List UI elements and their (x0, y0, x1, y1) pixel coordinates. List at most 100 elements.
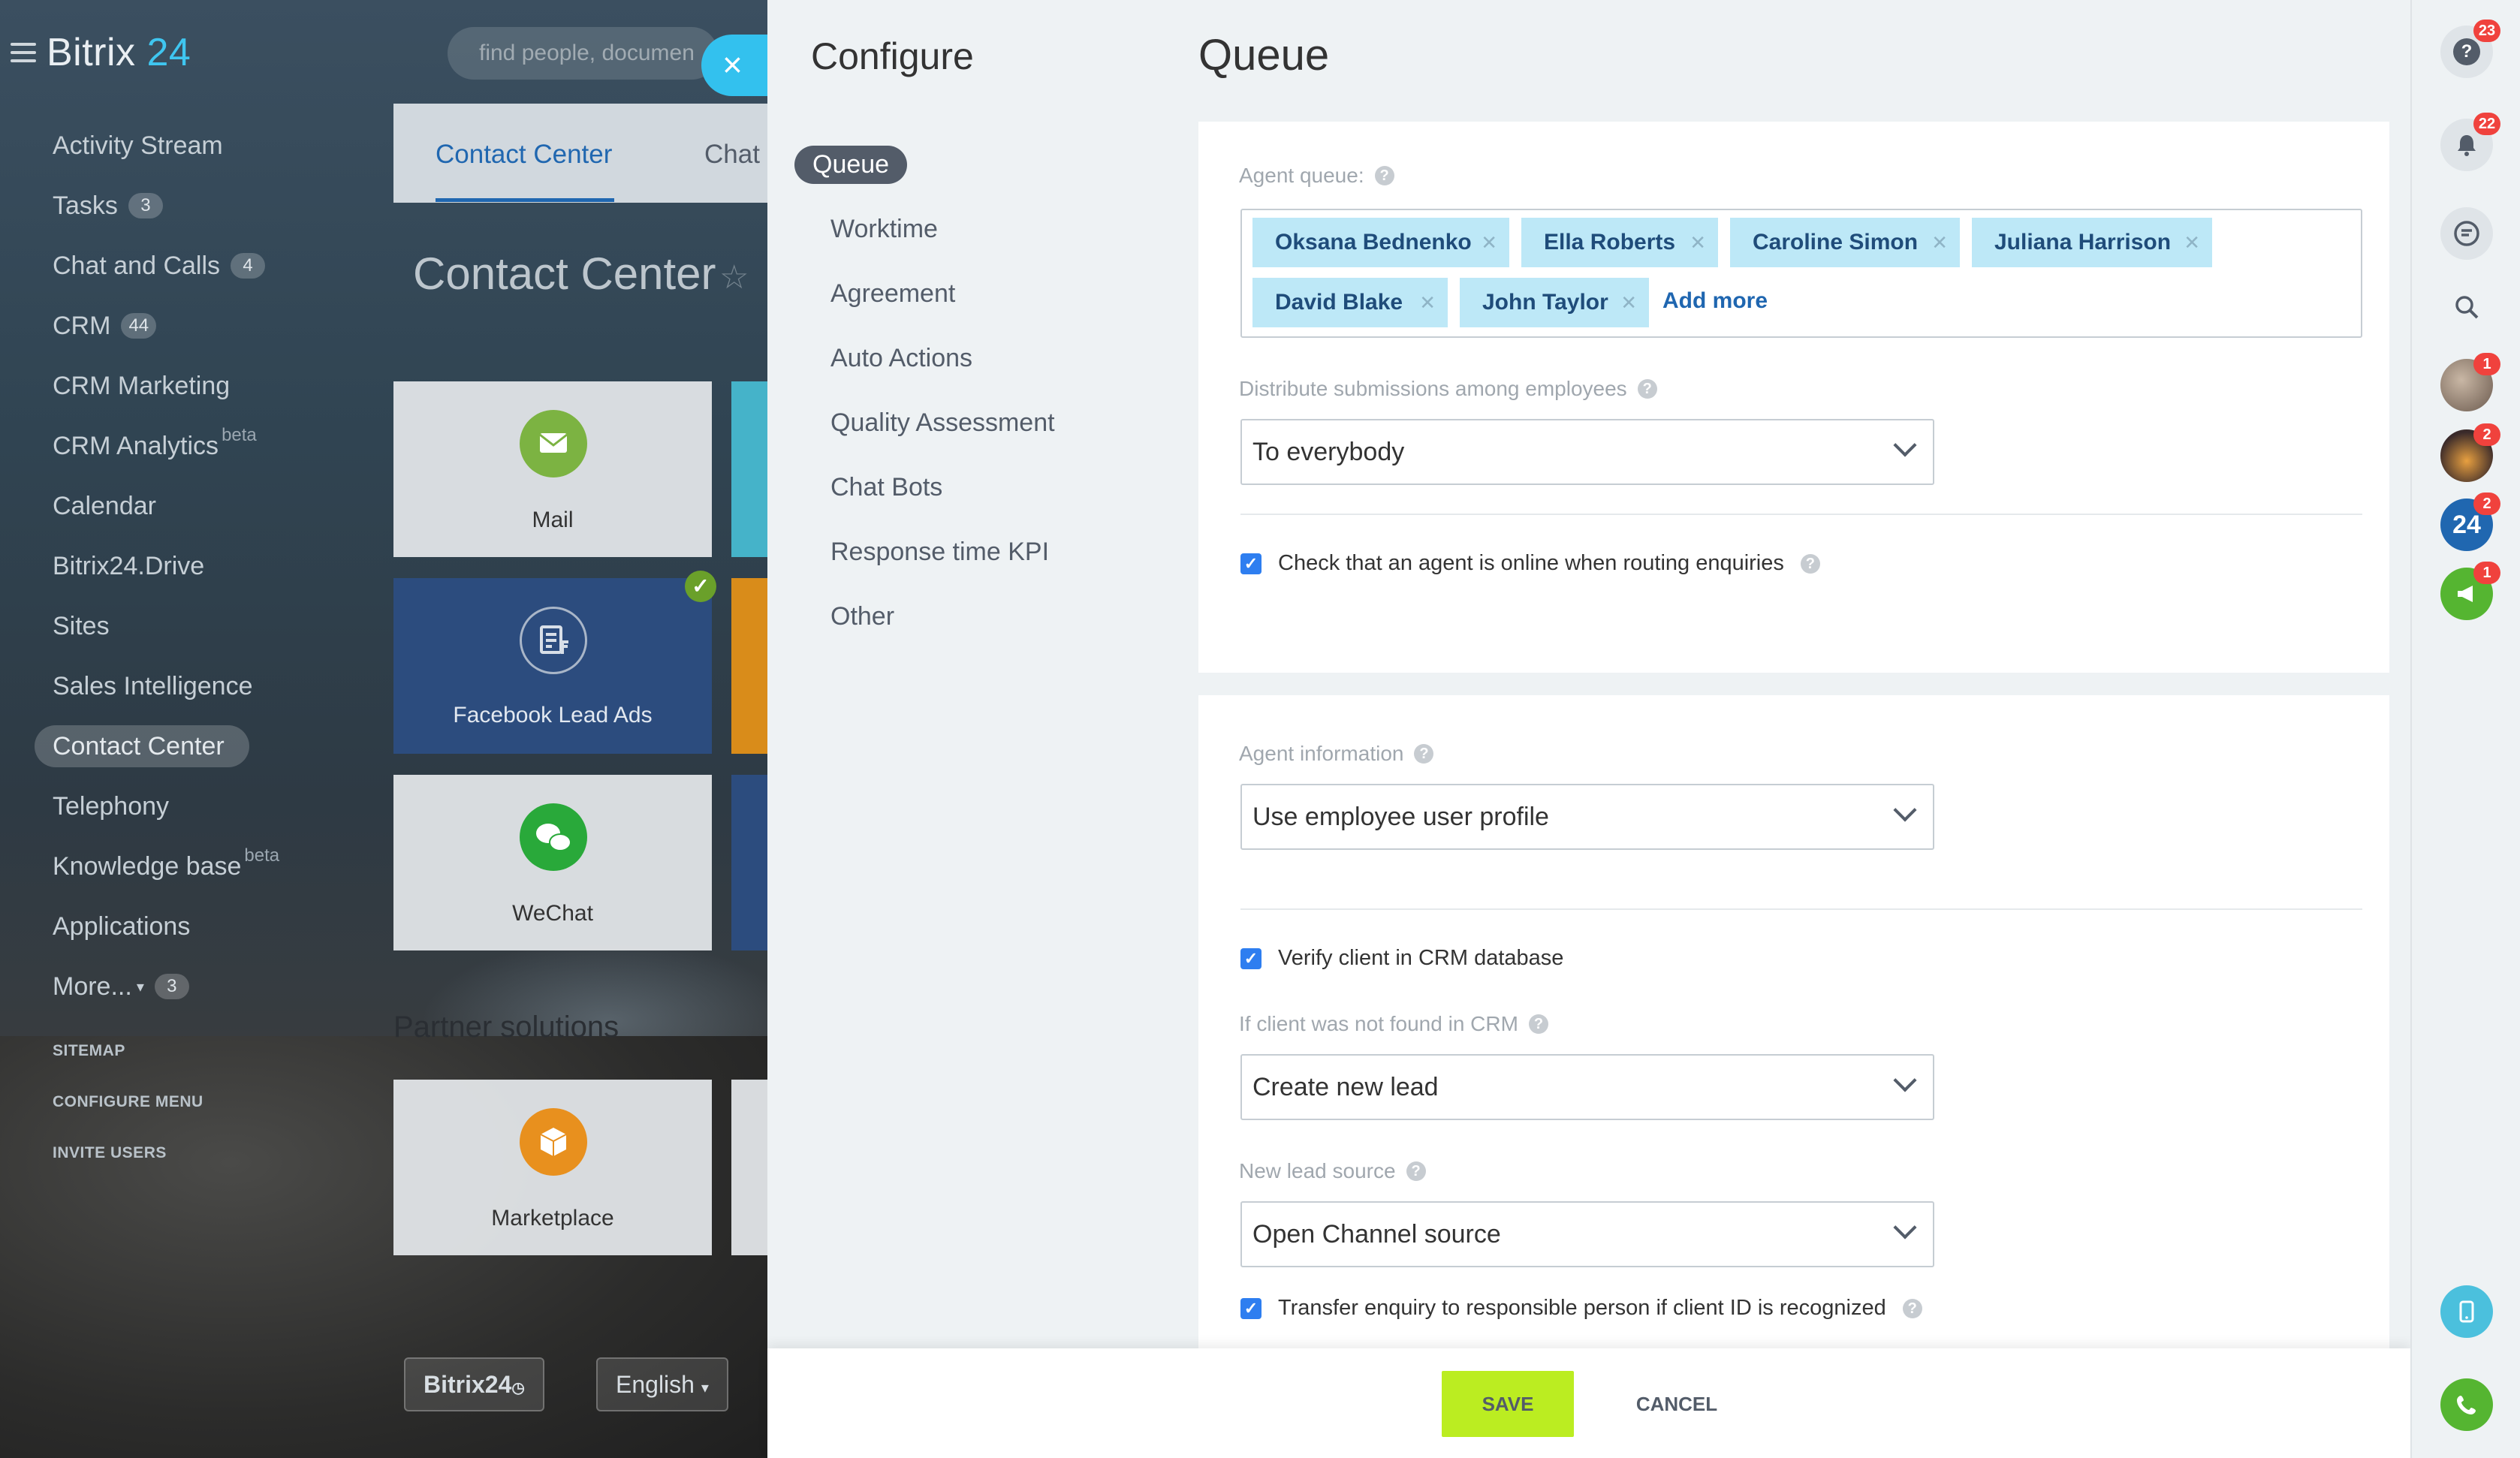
menu-item-sites[interactable]: Sites (35, 596, 279, 656)
transfer-checkbox[interactable]: ✓ Transfer enquiry to responsible person … (1240, 1296, 1922, 1321)
agent-name: Juliana Harrison (1994, 230, 2172, 255)
cancel-button[interactable]: CANCEL (1628, 1371, 1726, 1437)
agent-queue-field[interactable]: Oksana Bednenko ✕ Ella Roberts ✕ Caroline … (1240, 209, 2362, 338)
notifications-badge: 22 (2473, 113, 2500, 135)
search-input[interactable]: find people, documen (448, 27, 718, 80)
menu-label: Telephony (53, 791, 170, 821)
menu-item-activity-stream[interactable]: Activity Stream (35, 116, 279, 176)
help-icon[interactable]: ? (1406, 1161, 1426, 1181)
distribute-select[interactable]: To everybody (1240, 419, 1934, 485)
tile-mail[interactable]: Mail (393, 381, 712, 557)
remove-icon[interactable]: ✕ (1690, 231, 1706, 255)
checkbox-checked[interactable]: ✓ (1240, 553, 1262, 574)
menu-item-contact-center[interactable]: Contact Center (35, 725, 249, 767)
checkbox-checked[interactable]: ✓ (1240, 1297, 1262, 1319)
help-icon[interactable]: ? (1374, 166, 1394, 185)
search-button[interactable] (2440, 281, 2493, 333)
footer-logo[interactable]: Bitrix24◷ (404, 1357, 544, 1411)
nav-item-queue[interactable]: Queue (794, 132, 1055, 197)
menu-item-crm-analytics[interactable]: CRM Analytics beta (35, 416, 279, 476)
avatar[interactable]: 2 (2440, 423, 2500, 482)
save-button[interactable]: SAVE (1442, 1371, 1574, 1437)
beta-label: beta (222, 425, 257, 445)
menu-item-tasks[interactable]: Tasks 3 (35, 176, 279, 236)
tile-wechat[interactable]: WeChat (393, 775, 712, 950)
nav-item-agreement[interactable]: Agreement (794, 261, 1055, 326)
menu-label: CRM (53, 311, 111, 340)
nav-item-worktime[interactable]: Worktime (794, 197, 1055, 261)
tile-partial[interactable] (731, 578, 767, 754)
configure-slider: Configure Queue Worktime Agreement Auto … (767, 0, 2410, 1458)
notifications-button[interactable]: 22 (2440, 113, 2500, 171)
tile-partial[interactable] (731, 1080, 767, 1255)
tile-partial[interactable] (731, 381, 767, 557)
remove-icon[interactable]: ✕ (1931, 231, 1948, 255)
agent-info-select[interactable]: Use employee user profile (1240, 784, 1934, 850)
tile-partial[interactable] (731, 775, 767, 950)
star-icon[interactable]: ☆ (719, 258, 749, 297)
tab-contact-center[interactable]: Contact Center (436, 140, 612, 170)
language-select[interactable]: English ▾ (596, 1357, 728, 1411)
invite-users-link[interactable]: INVITE USERS (53, 1144, 167, 1162)
configure-menu-link[interactable]: CONFIGURE MENU (53, 1093, 203, 1111)
agent-name: David Blake (1275, 290, 1403, 315)
avatar[interactable]: 1 (2440, 353, 2500, 411)
close-slider-button[interactable]: × (701, 35, 767, 96)
verify-client-checkbox[interactable]: ✓ Verify client in CRM database (1240, 946, 1563, 971)
menu-item-more[interactable]: More... ▾ 3 (35, 956, 279, 1017)
tile-label: Marketplace (491, 1206, 614, 1231)
not-found-select[interactable]: Create new lead (1240, 1054, 1934, 1120)
sitemap-link[interactable]: SITEMAP (53, 1042, 125, 1060)
menu-counter: 3 (128, 193, 163, 218)
close-icon: × (722, 45, 743, 84)
help-icon[interactable]: ? (1528, 1014, 1548, 1034)
menu-item-applications[interactable]: Applications (35, 896, 279, 956)
menu-item-crm[interactable]: CRM 44 (35, 296, 279, 356)
remove-icon[interactable]: ✕ (1620, 291, 1637, 315)
help-icon[interactable]: ? (1637, 379, 1657, 399)
nav-item-quality-assessment[interactable]: Quality Assessment (794, 390, 1055, 455)
lead-source-select[interactable]: Open Channel source (1240, 1201, 1934, 1267)
hamburger-icon[interactable] (11, 43, 36, 62)
nav-item-chat-bots[interactable]: Chat Bots (794, 455, 1055, 520)
help-button[interactable]: ? 23 (2440, 20, 2500, 78)
checkbox-label: Transfer enquiry to responsible person i… (1278, 1296, 1886, 1320)
megaphone-avatar[interactable]: 1 (2440, 562, 2500, 620)
nav-item-other[interactable]: Other (794, 584, 1055, 649)
divider (1240, 514, 2362, 515)
bitrix24-avatar[interactable]: 24 2 (2440, 493, 2500, 551)
menu-item-crm-marketing[interactable]: CRM Marketing (35, 356, 279, 416)
logo[interactable]: Bitrix 24 (11, 30, 191, 75)
menu-item-chat-calls[interactable]: Chat and Calls 4 (35, 236, 279, 296)
mobile-app-button[interactable] (2440, 1285, 2493, 1338)
tab-chat[interactable]: Chat (704, 140, 760, 170)
nav-item-response-time-kpi[interactable]: Response time KPI (794, 520, 1055, 584)
menu-item-sales-intelligence[interactable]: Sales Intelligence (35, 656, 279, 716)
help-icon[interactable]: ? (1414, 744, 1434, 764)
menu-item-knowledge-base[interactable]: Knowledge base beta (35, 836, 279, 896)
tile-marketplace[interactable]: Marketplace (393, 1080, 712, 1255)
help-icon[interactable]: ? (1800, 553, 1820, 574)
remove-icon[interactable]: ✕ (1419, 291, 1436, 315)
menu-item-drive[interactable]: Bitrix24.Drive (35, 536, 279, 596)
chevron-down-icon (1893, 1216, 1917, 1240)
add-more-link[interactable]: Add more (1662, 288, 1768, 314)
remove-icon[interactable]: ✕ (1481, 231, 1497, 255)
footer-logo-text: Bitrix24 (424, 1371, 512, 1398)
nav-item-auto-actions[interactable]: Auto Actions (794, 326, 1055, 390)
logo-text: Bitrix 24 (47, 30, 191, 75)
help-icon[interactable]: ? (1902, 1298, 1922, 1318)
chat-button[interactable] (2440, 207, 2493, 260)
menu-item-telephony[interactable]: Telephony (35, 776, 279, 836)
tile-facebook-lead-ads[interactable]: Facebook Lead Ads (393, 578, 712, 754)
label-text: If client was not found in CRM (1239, 1012, 1518, 1035)
remove-icon[interactable]: ✕ (2184, 231, 2200, 255)
menu-item-calendar[interactable]: Calendar (35, 476, 279, 536)
phone-device-icon (2459, 1300, 2474, 1323)
agent-name: Ella Roberts (1544, 230, 1676, 255)
checkbox-label: Check that an agent is online when routi… (1278, 551, 1784, 575)
call-button[interactable] (2440, 1378, 2493, 1431)
checkbox-checked[interactable]: ✓ (1240, 947, 1262, 969)
avatar-badge: 1 (2473, 562, 2500, 584)
check-online-checkbox[interactable]: ✓ Check that an agent is online when rout… (1240, 551, 1820, 576)
